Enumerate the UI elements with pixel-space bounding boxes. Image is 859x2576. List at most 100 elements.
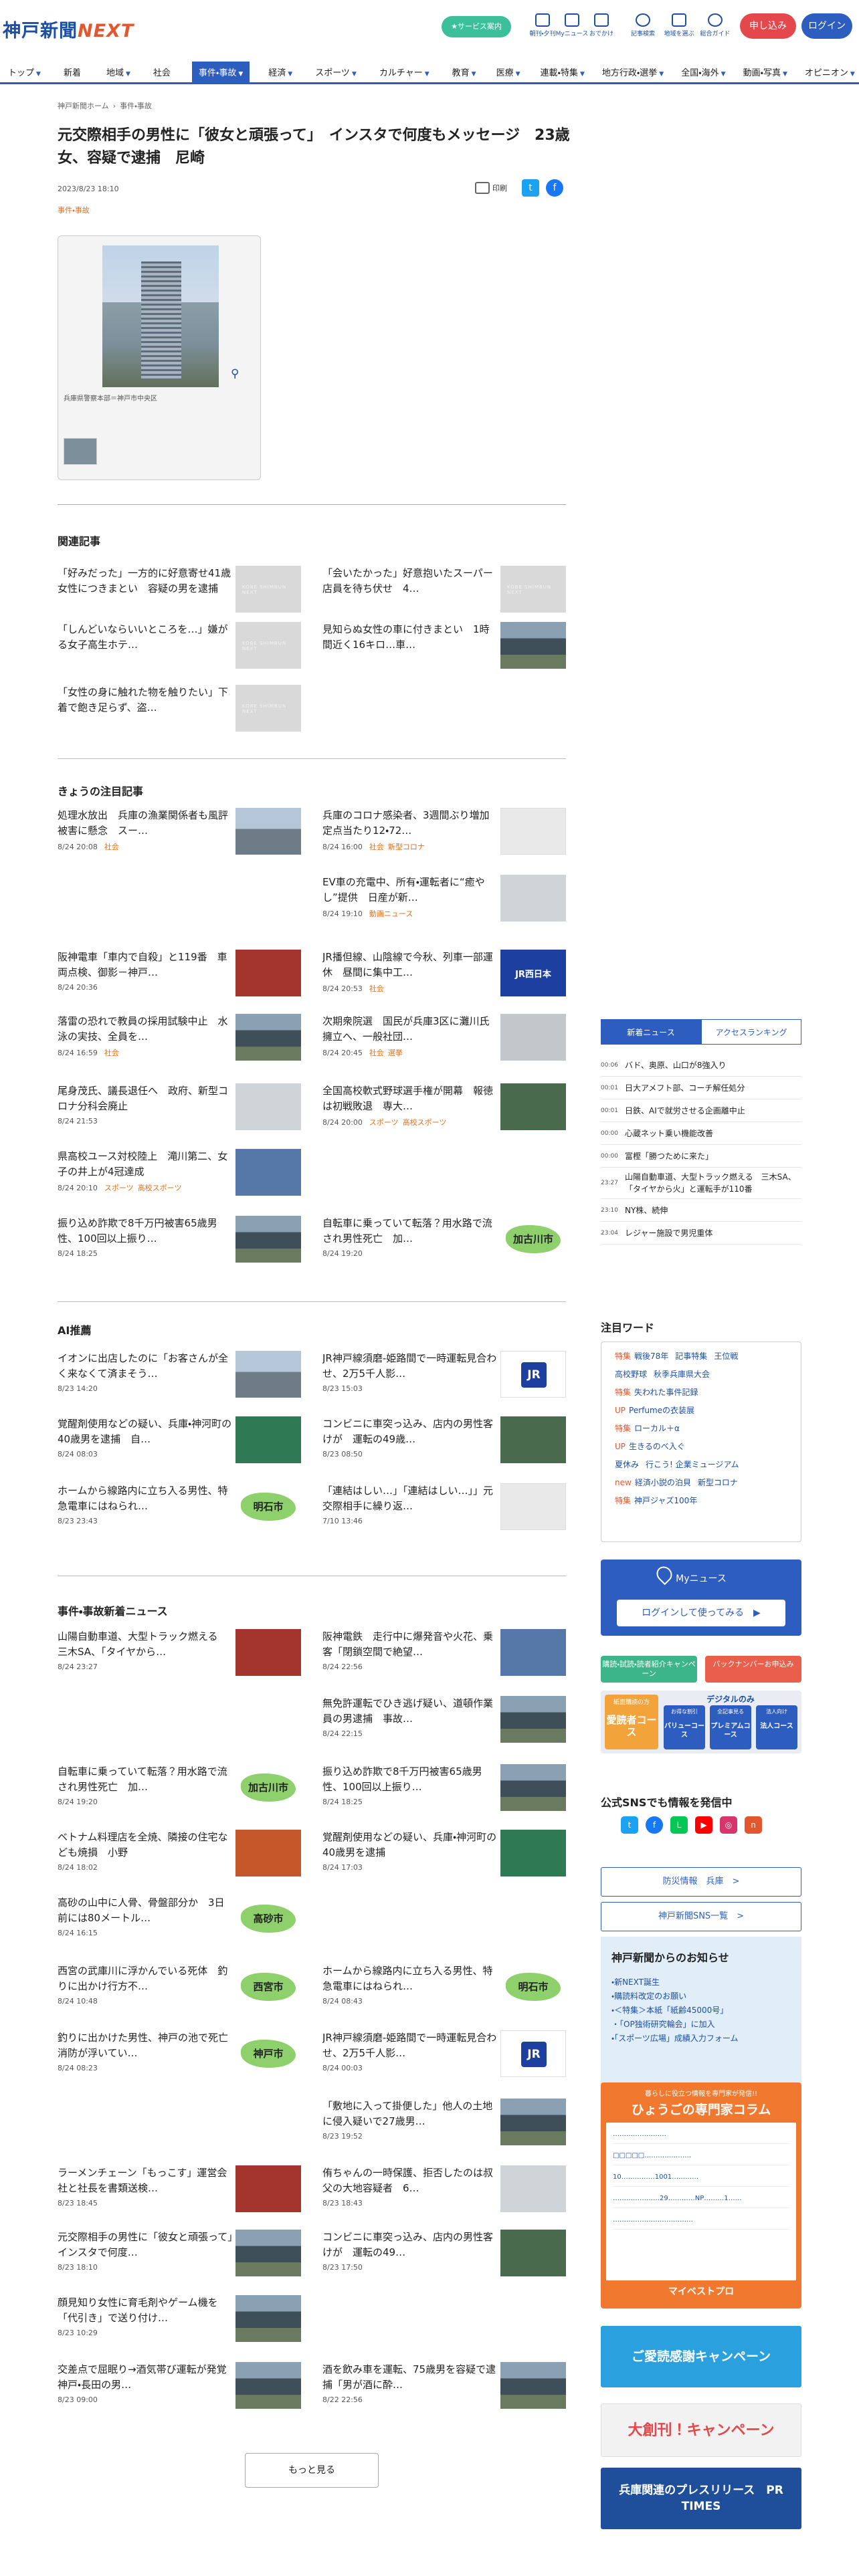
keyword-link[interactable]: Perfumeの衣装展 bbox=[629, 1406, 694, 1415]
keyword-link[interactable]: 新型コロナ bbox=[698, 1478, 738, 1487]
apply-button[interactable]: 申し込み bbox=[740, 13, 796, 39]
article-thumbnail[interactable] bbox=[500, 808, 566, 855]
article-title[interactable]: 「会いたかった」好意抱いたスーパー店員を待ち伏せ 4… bbox=[322, 566, 498, 597]
news-list-item[interactable]: 23:04 レジャー施設で男児重体 bbox=[601, 1222, 801, 1245]
article-tag[interactable]: 高校スポーツ bbox=[138, 1184, 182, 1192]
morning-evening-paper-link[interactable]: 朝刊・夕刊 bbox=[526, 13, 559, 37]
keyword-link[interactable]: 行こう! 企業ミュージアム bbox=[646, 1460, 739, 1469]
article-thumbnail[interactable] bbox=[500, 1351, 566, 1398]
latest-article-card[interactable]: ラーメンチェーン「もっこす」運営会社と社長を書類送検… 8/23 18:45 bbox=[58, 2165, 301, 2223]
keyword-link[interactable]: 経済小説の泊貝 bbox=[635, 1478, 691, 1487]
nav-local-politics[interactable]: 地方行政・選挙 ▼ bbox=[602, 62, 664, 82]
related-article-card[interactable]: 見知らぬ女性の車に付きまとい 1時間近く16キロ…車… bbox=[322, 622, 566, 679]
article-title[interactable]: 自転車に乗っていて転落？用水路で流され男性死亡 加… bbox=[322, 1216, 498, 1247]
nav-medical[interactable]: 医療 ▼ bbox=[496, 62, 520, 82]
article-thumbnail[interactable] bbox=[235, 950, 301, 996]
keyword-link[interactable]: 失われた事件記録 bbox=[634, 1388, 698, 1397]
today-article-card[interactable]: 振り込め詐欺で8千万円被害65歳男性、100回以上振り… 8/24 18:25 bbox=[58, 1216, 301, 1273]
latest-article-card[interactable]: 顔見知り女性に育毛剤やゲーム機を「代引き」で送り付け… 8/23 10:29 bbox=[58, 2295, 301, 2353]
article-thumbnail[interactable] bbox=[235, 808, 301, 855]
ai-article-card[interactable]: 覚醒剤使用などの疑い、兵庫・神河町の40歳男を逮捕 自… 8/24 08:03 bbox=[58, 1416, 301, 1474]
article-tag[interactable]: 選挙 bbox=[388, 1049, 403, 1057]
article-category[interactable]: 事件・事故 bbox=[58, 205, 90, 215]
article-title[interactable]: 阪神電鉄 走行中に爆発音や火花、乗客「閉鎖空間で絶望… bbox=[322, 1629, 498, 1660]
news-list-item[interactable]: 00:00 富樫「勝つために来た」 bbox=[601, 1145, 801, 1168]
article-title[interactable]: 覚醒剤使用などの疑い、兵庫・神河町の40歳男を逮捕 自… bbox=[58, 1416, 233, 1447]
article-tag[interactable]: 社会 bbox=[104, 1049, 119, 1057]
latest-article-card[interactable]: 自転車に乗っていて転落？用水路で流され男性死亡 加… 8/24 19:20 加古川市 bbox=[58, 1764, 301, 1822]
ai-article-card[interactable]: JR神戸線須磨-姫路間で一時運転見合わせ、2万5千人影… 8/23 15:03 bbox=[322, 1351, 566, 1408]
article-thumbnail[interactable]: 加古川市 bbox=[235, 1764, 301, 1811]
article-thumbnail[interactable] bbox=[500, 2362, 566, 2409]
notice-item[interactable]: ・「スポーツ広場」成績入力フォーム bbox=[611, 2032, 791, 2046]
photo-thumbnail[interactable] bbox=[64, 438, 97, 465]
login-button[interactable]: ログイン bbox=[801, 13, 852, 39]
tab-new-news[interactable]: 新着ニュース bbox=[601, 1019, 701, 1045]
expert-column-panel[interactable]: 暮らしに役立つ情報を専門家が発信!! ひょうごの専門家コラム …………………… … bbox=[601, 2082, 801, 2309]
anniversary-campaign-banner[interactable]: 大創刊！キャンペーン bbox=[601, 2403, 801, 2457]
article-thumbnail[interactable] bbox=[235, 1629, 301, 1676]
latest-article-card[interactable]: 無免許運転でひき逃げ疑い、道頓作業員の男逮捕 事故… 8/24 22:15 bbox=[322, 1696, 566, 1753]
tab-access-ranking[interactable]: アクセスランキング bbox=[701, 1019, 801, 1045]
article-title[interactable]: コンビニに車突っ込み、店内の男性客けが 運転の49歳… bbox=[322, 1416, 498, 1447]
article-thumbnail[interactable]: 明石市 bbox=[235, 1483, 301, 1530]
article-title[interactable]: 顔見知り女性に育毛剤やゲーム機を「代引き」で送り付け… bbox=[58, 2295, 233, 2326]
article-photo[interactable] bbox=[102, 245, 219, 387]
note-icon[interactable]: n bbox=[745, 1816, 762, 1834]
news-text[interactable]: 山陽自動車道、大型トラック燃える 三木SA、「タイヤから火」と運転手が110番 bbox=[625, 1171, 801, 1195]
my-news-link[interactable]: Myニュース bbox=[555, 13, 589, 37]
article-title[interactable]: 侑ちゃんの一時保護、拒否したのは叔父の大地容疑者 6… bbox=[322, 2165, 498, 2196]
article-thumbnail[interactable] bbox=[500, 1629, 566, 1676]
article-title[interactable]: 振り込め詐欺で8千万円被害65歳男性、100回以上振り… bbox=[322, 1764, 498, 1795]
today-article-card[interactable]: 阪神電車「車内で自殺」と119番 車両点検、御影－神戸… 8/24 20:36 bbox=[58, 950, 301, 1007]
youtube-icon[interactable]: ▶ bbox=[695, 1816, 712, 1834]
article-title[interactable]: 振り込め詐欺で8千万円被害65歳男性、100回以上振り… bbox=[58, 1216, 233, 1247]
mynews-login-button[interactable]: ログインして使ってみる ▶ bbox=[617, 1600, 785, 1626]
ai-article-card[interactable]: イオンに出店したのに「お客さんが全く来なくて済まそう… 8/23 14:20 bbox=[58, 1351, 301, 1408]
news-text[interactable]: 日鉄、AIで就労させる企画離中止 bbox=[625, 1105, 745, 1117]
news-text[interactable]: バド、奥原、山口が8強入り bbox=[625, 1059, 727, 1071]
line-icon[interactable]: L bbox=[670, 1816, 688, 1834]
breadcrumb-current[interactable]: 事件・事故 bbox=[120, 102, 152, 110]
column-row[interactable]: …………………29…………NP………1…… bbox=[613, 2195, 789, 2208]
today-article-card[interactable]: 処理水放出 兵庫の漁業関係者も風評被害に懸念 スー… 8/24 20:08 社会 bbox=[58, 808, 301, 865]
zoom-icon[interactable]: ⚲ bbox=[231, 367, 239, 381]
article-title[interactable]: 処理水放出 兵庫の漁業関係者も風評被害に懸念 スー… bbox=[58, 808, 233, 839]
article-tag[interactable]: スポーツ bbox=[104, 1184, 134, 1192]
article-thumbnail[interactable] bbox=[235, 1014, 301, 1061]
article-title[interactable]: JR播但線、山陰線で今秋、列車一部運休 昼間に集中工… bbox=[322, 950, 498, 980]
latest-article-card[interactable]: 阪神電鉄 走行中に爆発音や火花、乗客「閉鎖空間で絶望… 8/24 22:56 bbox=[322, 1629, 566, 1687]
nav-top[interactable]: トップ ▼ bbox=[8, 62, 41, 82]
news-text[interactable]: NY株、続伸 bbox=[625, 1204, 668, 1216]
latest-article-card[interactable]: 覚醒剤使用などの疑い、兵庫・神河町の40歳男を逮捕 8/24 17:03 bbox=[322, 1830, 566, 1887]
article-title[interactable]: EV車の充電中、所有・運転者に“癒やし”提供 日産が新… bbox=[322, 875, 498, 905]
related-article-card[interactable]: 「女性の身に触れた物を触りたい」下着で飽き足らず、盗… bbox=[58, 685, 301, 742]
article-title[interactable]: ラーメンチェーン「もっこす」運営会社と社長を書類送検… bbox=[58, 2165, 233, 2196]
latest-article-card[interactable]: 交差点で屈眠り→酒気帯び運転が発覚 神戸・長田の男… 8/23 09:00 bbox=[58, 2362, 301, 2420]
site-logo[interactable]: 神戸新聞NEXT bbox=[3, 16, 134, 42]
keyword-link[interactable]: 神戸ジャズ100年 bbox=[634, 1496, 697, 1505]
article-title[interactable]: 覚醒剤使用などの疑い、兵庫・神河町の40歳男を逮捕 bbox=[322, 1830, 498, 1860]
article-thumbnail[interactable] bbox=[235, 2295, 301, 2342]
article-title[interactable]: 次期衆院選 国民が兵庫3区に灘川氏擁立へ、一般社団… bbox=[322, 1014, 498, 1045]
pr-times-banner[interactable]: 兵庫関連のプレスリリース PR TIMES bbox=[601, 2468, 801, 2529]
service-guide-button[interactable]: ★サービス案内 bbox=[442, 16, 511, 37]
article-title[interactable]: ホームから線路内に立ち入る男性、特急電車にはねられ… bbox=[322, 1963, 498, 1994]
article-title[interactable]: 無免許運転でひき逃げ疑い、道頓作業員の男逮捕 事故… bbox=[322, 1696, 498, 1727]
article-thumbnail[interactable] bbox=[235, 622, 301, 669]
keyword-link[interactable]: ローカル＋α bbox=[634, 1424, 680, 1433]
twitter-icon[interactable]: t bbox=[621, 1816, 638, 1834]
disaster-info-button[interactable]: 防災情報 兵庫 > bbox=[601, 1867, 801, 1897]
article-thumbnail[interactable] bbox=[235, 1830, 301, 1876]
keyword-link[interactable]: 高校野球 bbox=[615, 1370, 647, 1379]
nav-region[interactable]: 地域 ▼ bbox=[106, 62, 130, 82]
notice-item[interactable]: ・新NEXT誕生 bbox=[611, 1975, 791, 1990]
article-thumbnail[interactable] bbox=[235, 1351, 301, 1398]
article-thumbnail[interactable] bbox=[500, 2030, 566, 2077]
keyword-link[interactable]: 夏休み bbox=[615, 1460, 639, 1469]
keyword-link[interactable]: 戦後78年 bbox=[634, 1352, 668, 1361]
news-text[interactable]: 日大アメフト部、コーチ解任処分 bbox=[625, 1082, 745, 1094]
article-title[interactable]: 見知らぬ女性の車に付きまとい 1時間近く16キロ…車… bbox=[322, 622, 498, 653]
guide-link[interactable]: 総合ガイド bbox=[698, 13, 732, 37]
article-title[interactable]: JR神戸線須磨-姫路間で一時運転見合わせ、2万5千人影… bbox=[322, 2030, 498, 2061]
